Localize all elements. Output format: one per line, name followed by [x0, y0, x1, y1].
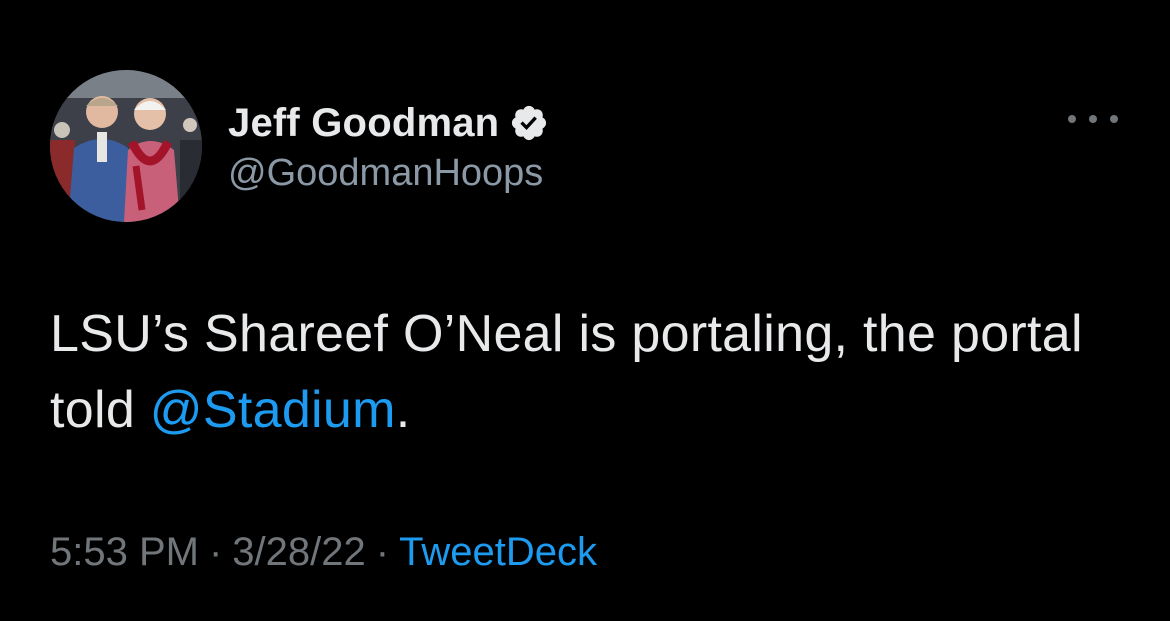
- timestamp-date[interactable]: 3/28/22: [232, 530, 365, 574]
- display-name[interactable]: Jeff Goodman: [228, 101, 499, 146]
- author-block: Jeff Goodman @GoodmanHoops: [228, 98, 549, 195]
- author-name-row: Jeff Goodman: [228, 98, 549, 148]
- separator: ·: [208, 530, 223, 574]
- timestamp-time[interactable]: 5:53 PM: [50, 530, 199, 574]
- tweet-text: LSU’s Shareef O’Neal is portaling, the p…: [50, 296, 1130, 448]
- verified-badge-icon: [509, 103, 549, 143]
- separator: ·: [375, 530, 390, 574]
- tweet: Jeff Goodman @GoodmanHoops LSU’s Shareef…: [0, 0, 1170, 621]
- handle[interactable]: @GoodmanHoops: [228, 152, 549, 195]
- source-link[interactable]: TweetDeck: [399, 530, 597, 574]
- more-dot: [1089, 115, 1097, 123]
- profile-photo: [50, 70, 202, 222]
- more-dot: [1068, 115, 1076, 123]
- avatar[interactable]: [50, 70, 202, 222]
- tweet-text-end: .: [395, 381, 411, 439]
- mention-link[interactable]: @Stadium: [150, 381, 396, 439]
- more-options-icon[interactable]: [1068, 104, 1118, 134]
- more-dot: [1110, 115, 1118, 123]
- tweet-meta: 5:53 PM · 3/28/22 · TweetDeck: [50, 530, 597, 575]
